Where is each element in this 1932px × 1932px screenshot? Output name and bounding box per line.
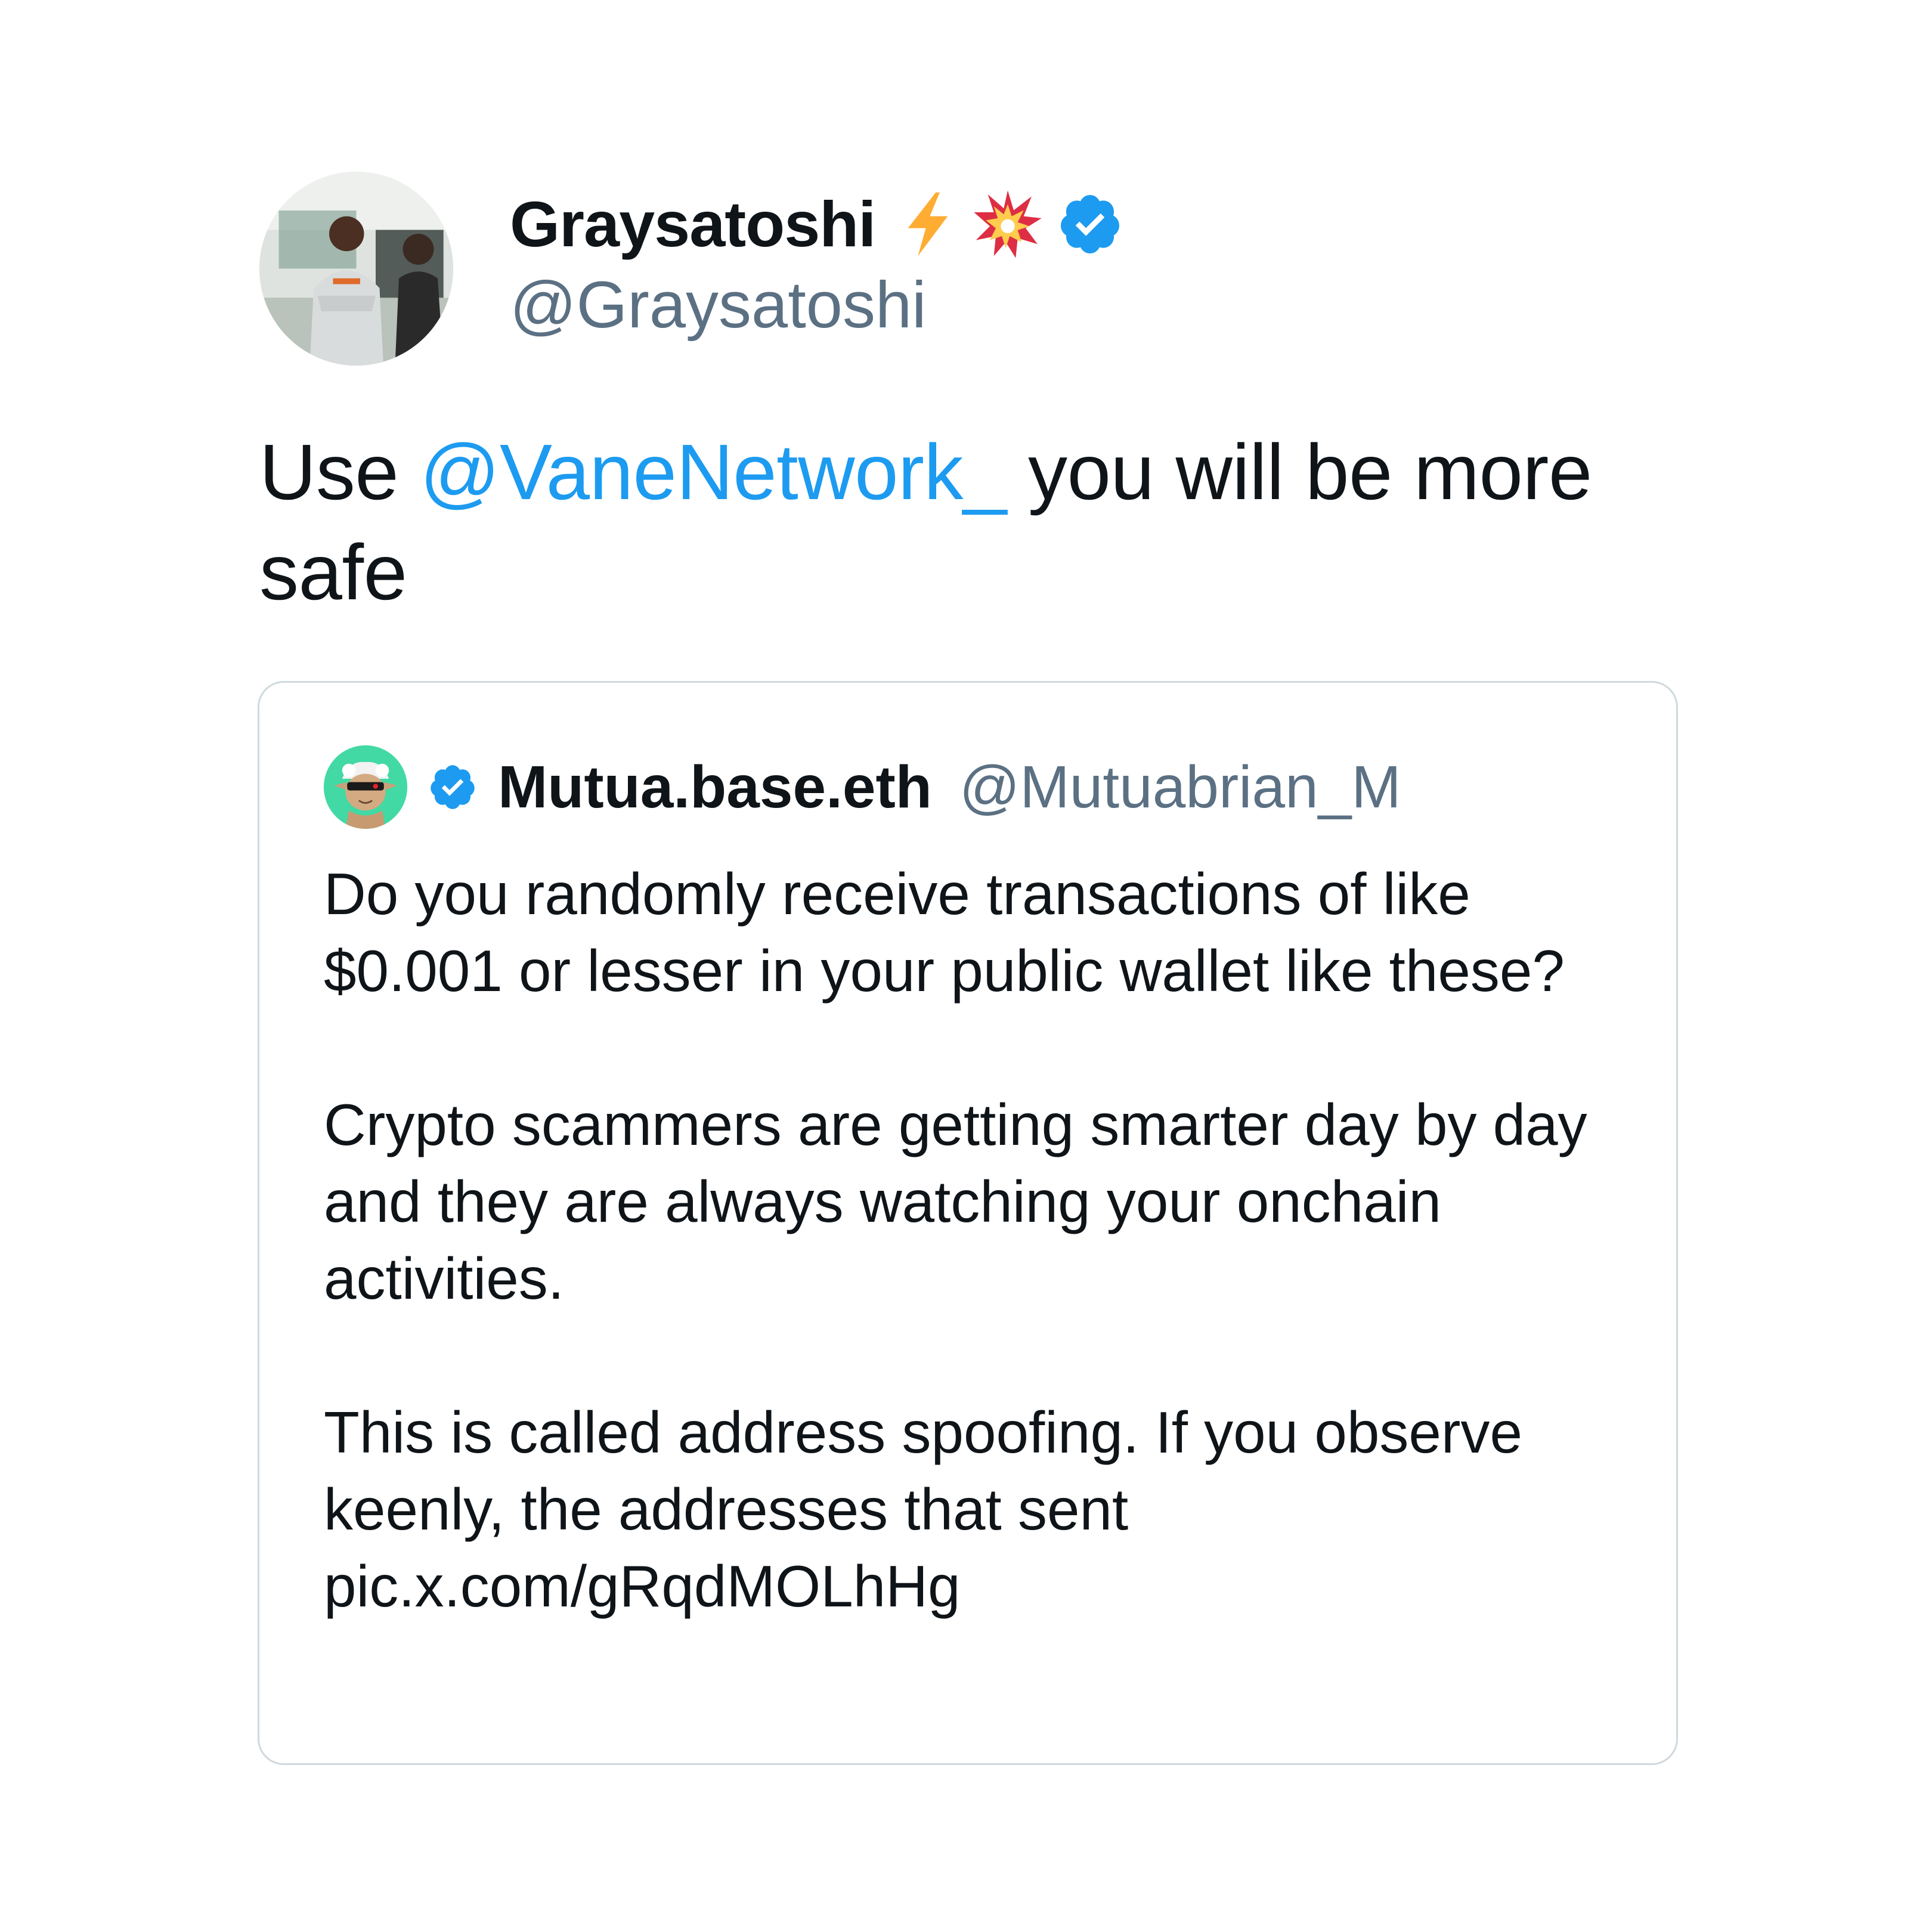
- author-avatar[interactable]: [259, 172, 453, 366]
- quoted-handle[interactable]: @Mutuabrian_M: [959, 757, 1401, 817]
- author-avatar-image: [259, 172, 453, 366]
- verified-badge-icon: [1057, 191, 1123, 258]
- tweet-card: Graysatoshi @Graysatoshi Use @VaneNetwor…: [259, 172, 1690, 623]
- tweet-text: Use @VaneNetwork_ you will be more safe: [259, 422, 1690, 623]
- quoted-author-avatar[interactable]: [324, 745, 407, 829]
- tweet-author: Graysatoshi @Graysatoshi: [259, 172, 1690, 369]
- goblin-avatar-image: [324, 745, 407, 829]
- quoted-tweet-header: Mutua.base.eth @Mutuabrian_M: [324, 745, 1401, 829]
- display-name-row: Graysatoshi: [510, 184, 1123, 264]
- lightning-emoji-icon: [892, 188, 964, 260]
- collision-emoji-icon: [972, 188, 1044, 260]
- author-display-name[interactable]: Graysatoshi: [510, 191, 876, 256]
- author-names: Graysatoshi @Graysatoshi: [510, 184, 1123, 338]
- quoted-display-name[interactable]: Mutua.base.eth: [498, 757, 932, 817]
- quoted-paragraph-3: This is called address spoofing. If you …: [324, 1400, 1523, 1619]
- quoted-tweet[interactable]: Mutua.base.eth @Mutuabrian_M Do you rand…: [258, 681, 1678, 1765]
- quoted-tweet-body: Do you randomly receive transactions of …: [324, 856, 1624, 1625]
- quoted-paragraph-1: Do you randomly receive transactions of …: [324, 861, 1565, 1004]
- quoted-verified-badge-icon: [428, 762, 478, 812]
- mention-link[interactable]: @VaneNetwork_: [420, 428, 1007, 516]
- author-handle[interactable]: @Graysatoshi: [510, 273, 1123, 338]
- tweet-text-before: Use: [259, 428, 420, 516]
- quoted-paragraph-2: Crypto scammers are getting smarter day …: [324, 1092, 1587, 1311]
